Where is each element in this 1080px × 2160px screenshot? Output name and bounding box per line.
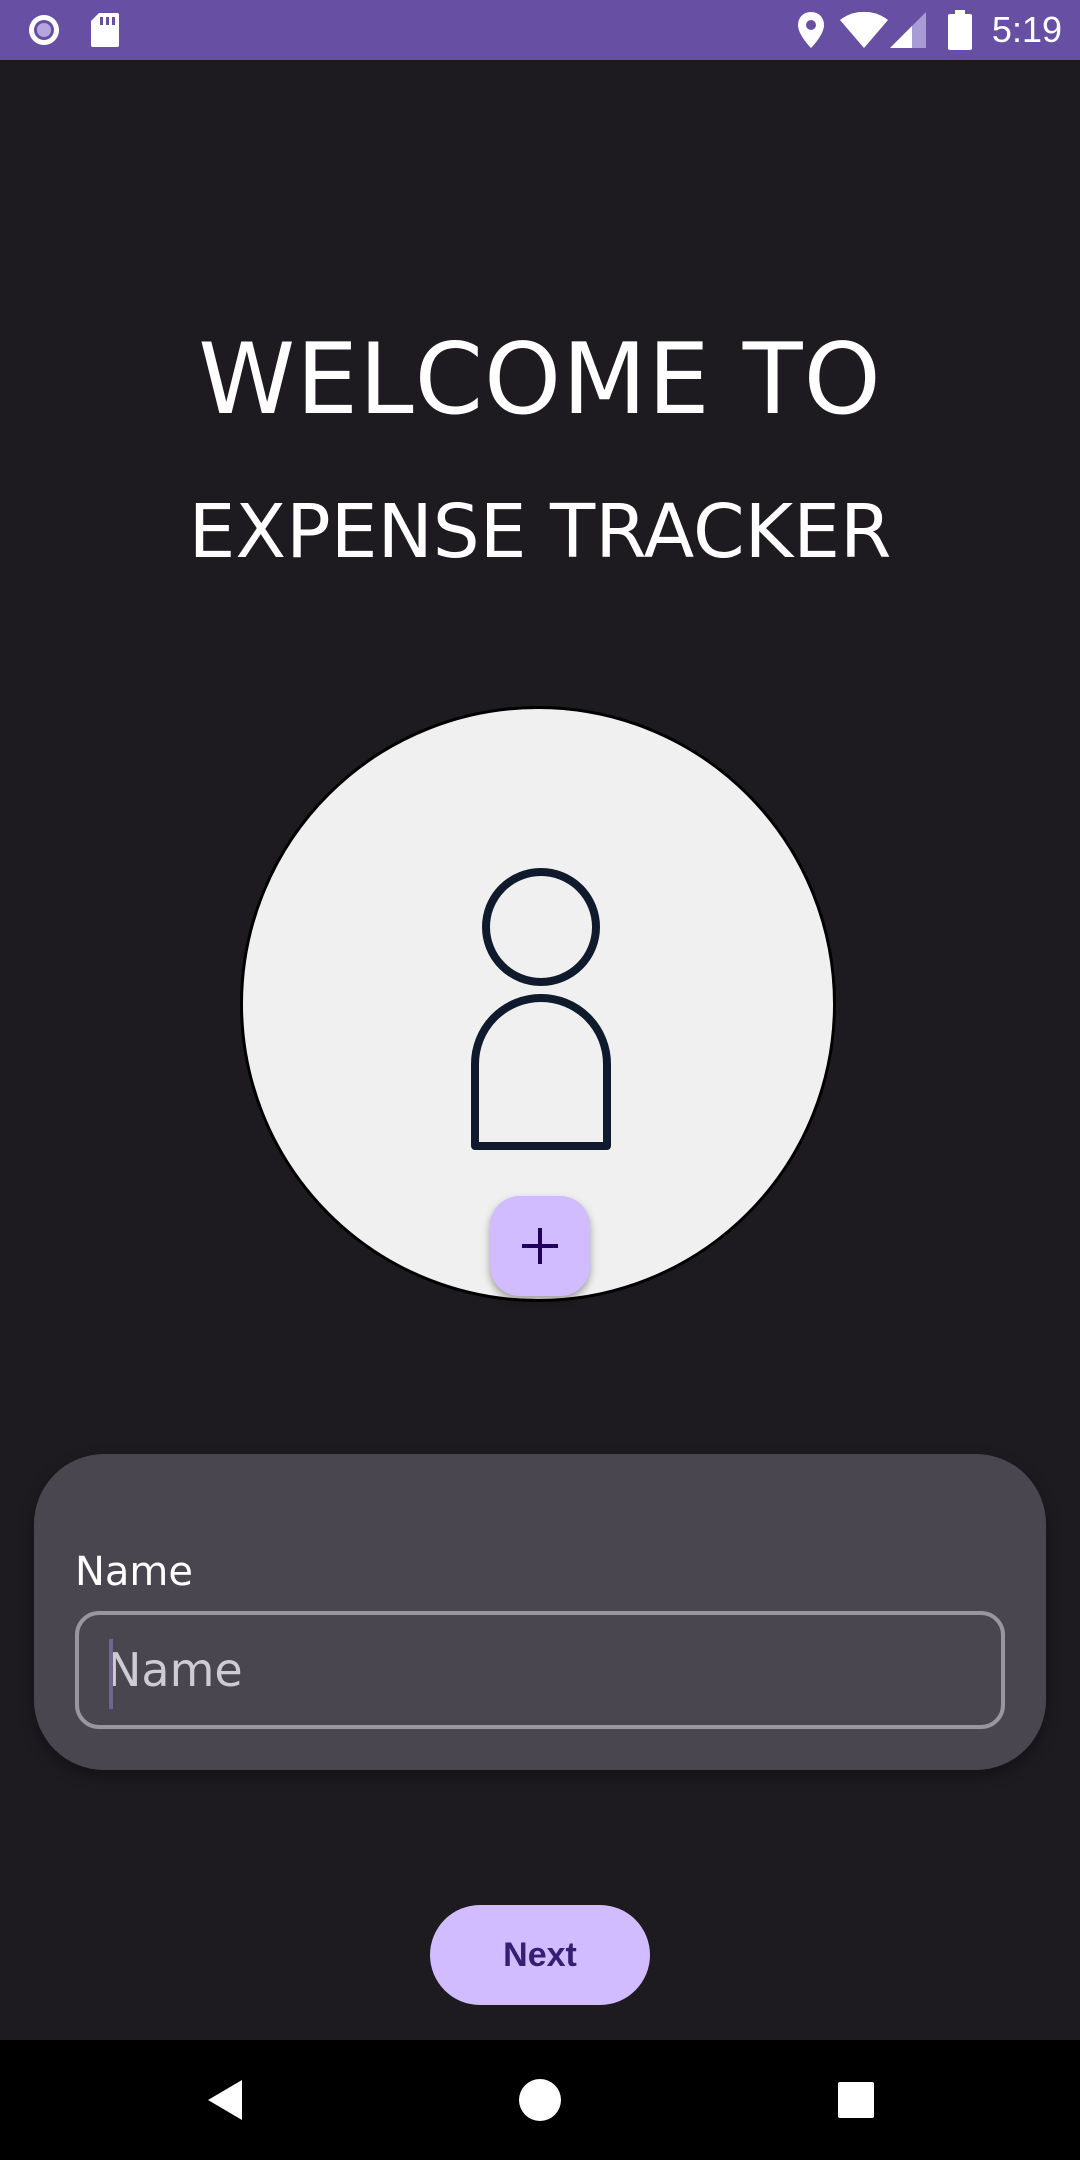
app-name-title: EXPENSE TRACKER [188,489,892,575]
radio-icon [29,15,59,45]
location-icon [798,12,824,48]
status-bar: 5:19 [0,0,1080,60]
name-label: Name [75,1549,194,1595]
signal-icon [890,12,926,48]
status-time: 5:19 [991,9,1062,50]
name-input[interactable] [107,1615,967,1725]
sd-card-icon [91,13,119,47]
text-cursor [109,1639,113,1709]
name-field[interactable] [75,1611,1005,1729]
navigation-bar [0,2040,1080,2160]
plus-icon [522,1228,558,1264]
back-icon[interactable] [204,2078,244,2122]
welcome-title: WELCOME TO [198,323,882,437]
battery-icon [948,10,972,50]
recents-icon[interactable] [836,2080,876,2120]
next-button[interactable]: Next [430,1905,650,2005]
home-icon[interactable] [518,2078,562,2122]
wifi-icon [840,12,888,48]
add-photo-button[interactable] [490,1196,590,1296]
